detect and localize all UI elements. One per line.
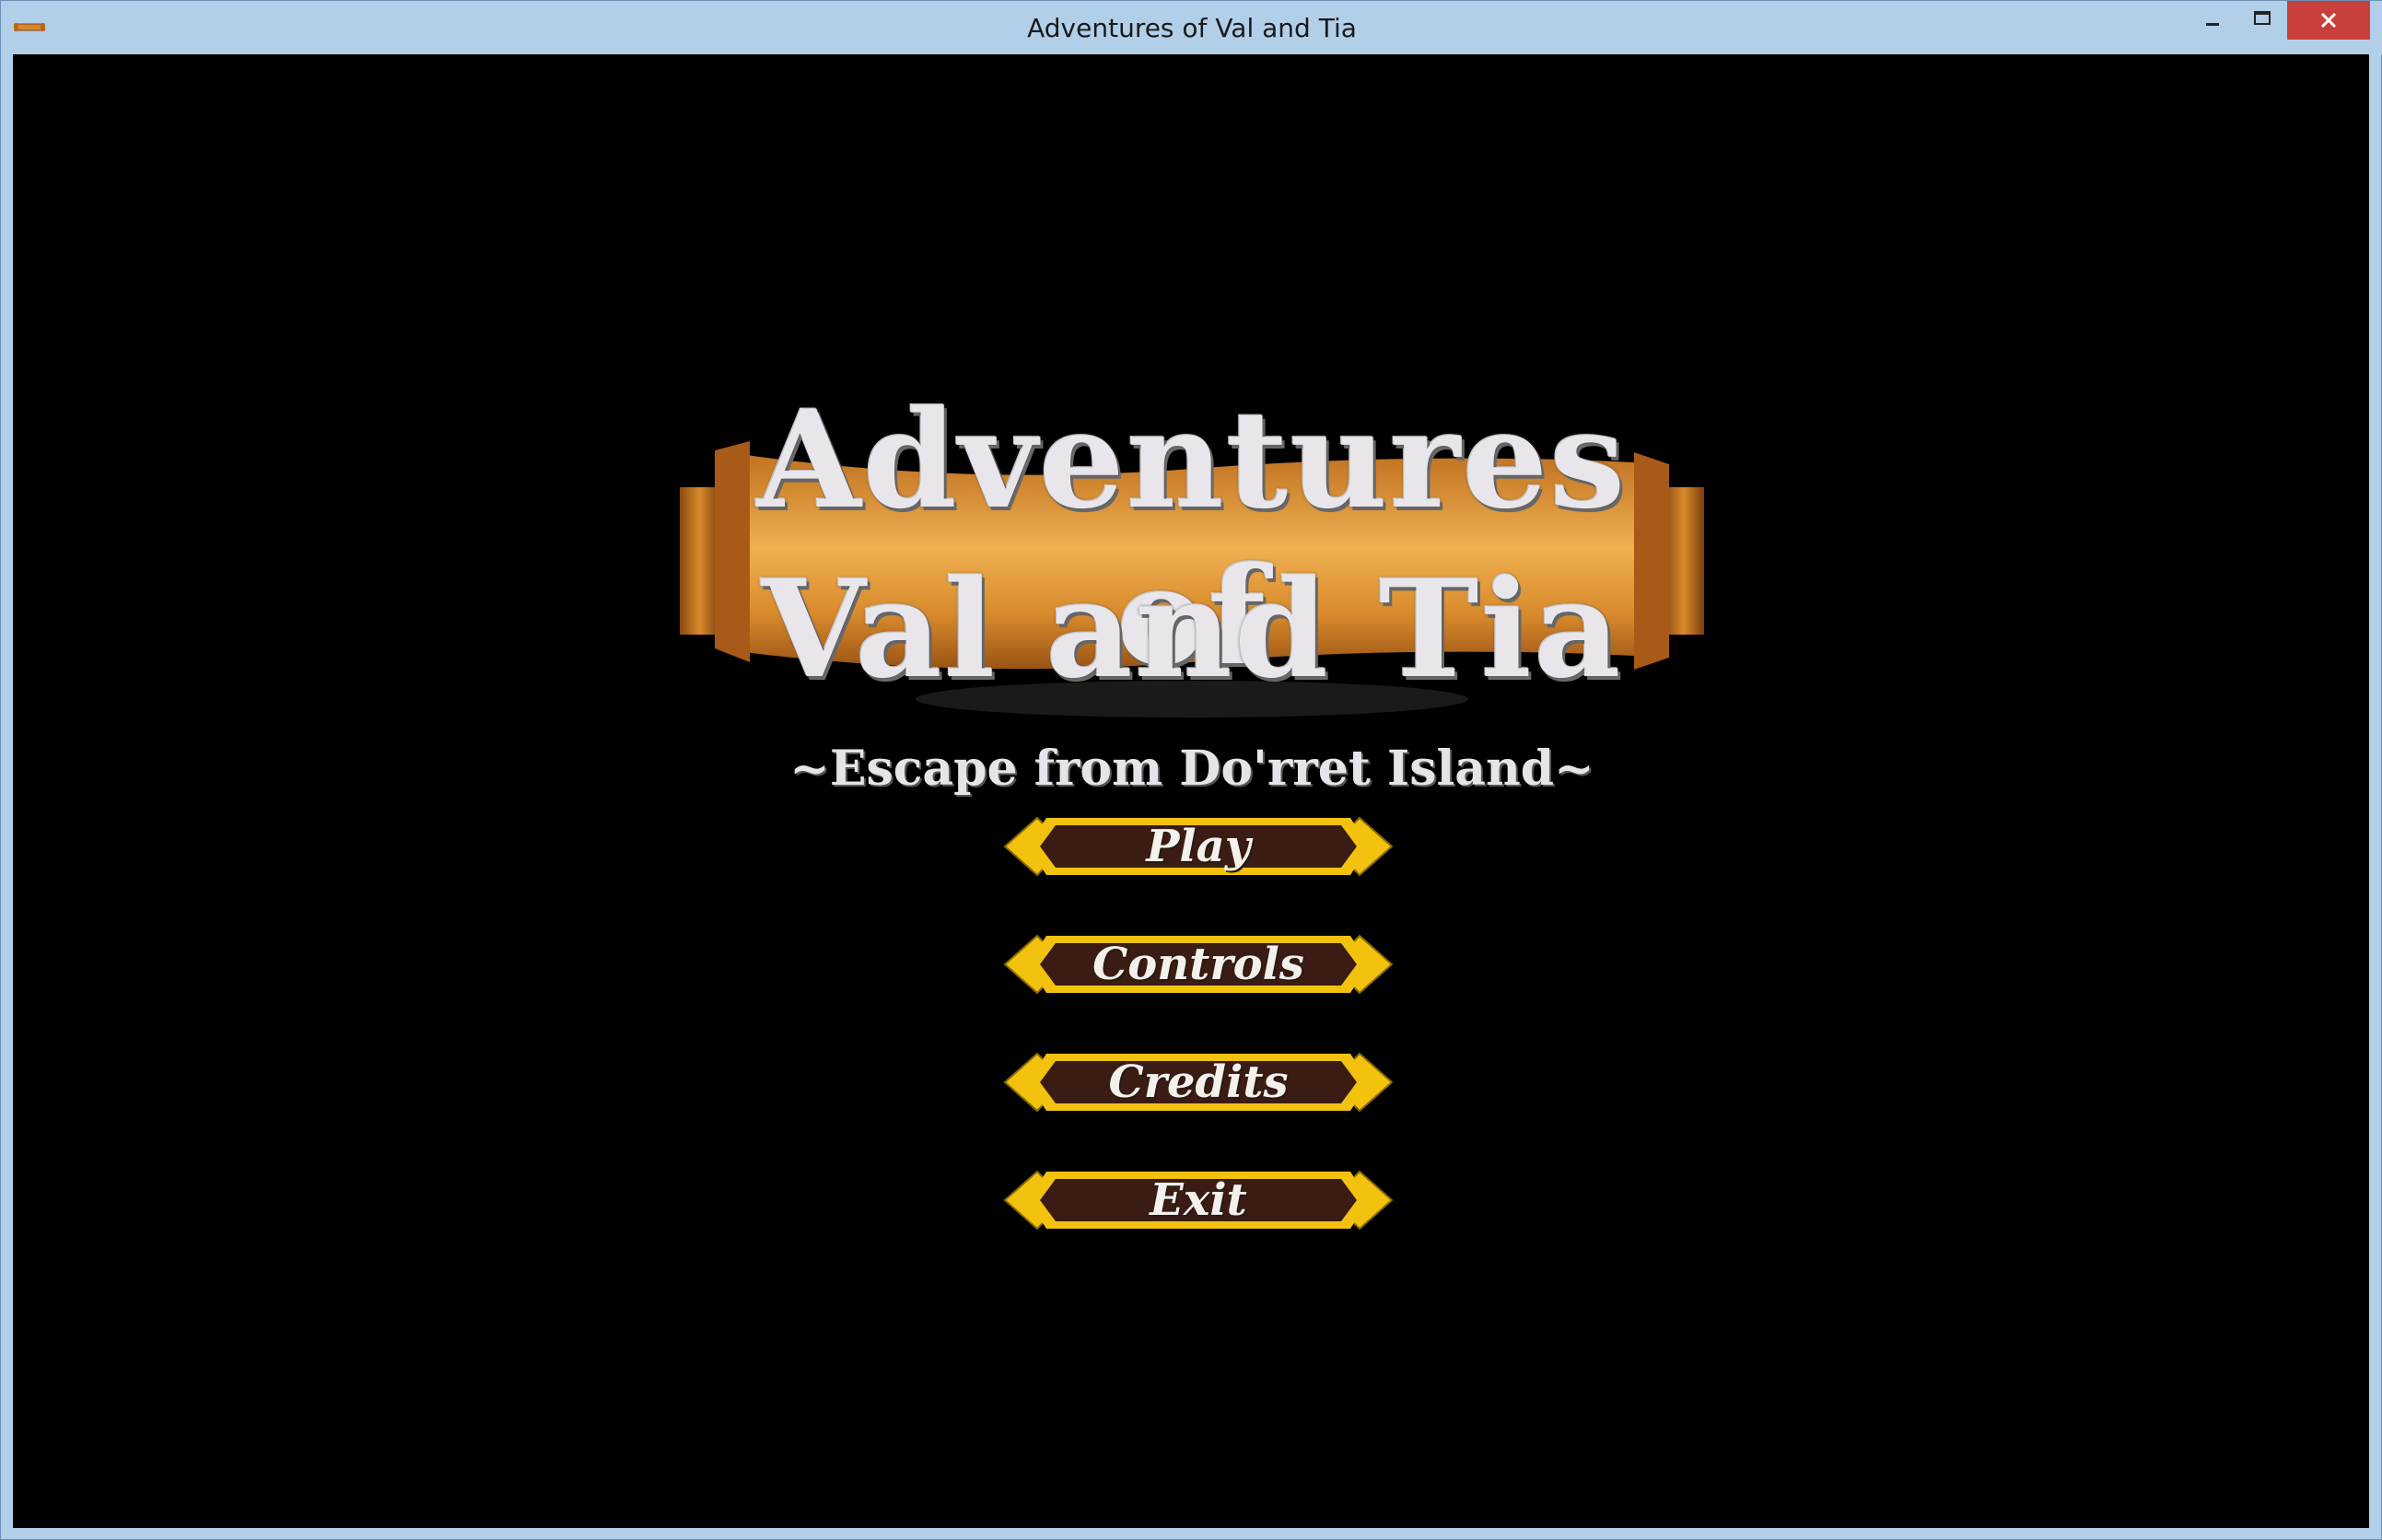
game-canvas[interactable]: Adventures of Val and Tia ~Escape from D…: [13, 54, 2369, 1528]
minimize-icon: [2206, 23, 2219, 26]
exit-button-label: Exit: [1150, 1174, 1247, 1226]
exit-button[interactable]: Exit: [996, 1161, 1401, 1240]
close-icon: [2320, 12, 2337, 29]
logo-title-line2: Val and Tia: [761, 551, 1623, 708]
minimize-button[interactable]: [2189, 1, 2236, 40]
title-bar[interactable]: Adventures of Val and Tia: [1, 1, 2382, 54]
credits-button[interactable]: Credits: [996, 1043, 1401, 1122]
close-button[interactable]: [2287, 1, 2370, 40]
controls-button-label: Controls: [1092, 939, 1304, 990]
maximize-button[interactable]: [2237, 1, 2287, 40]
game-logo: Adventures of Val and Tia ~Escape from D…: [676, 331, 1708, 810]
maximize-icon: [2254, 11, 2271, 25]
play-button[interactable]: Play: [996, 807, 1401, 886]
play-button-label: Play: [1146, 821, 1251, 872]
controls-button[interactable]: Controls: [996, 925, 1401, 1004]
logo-subtitle: ~Escape from Do'rret Island~: [789, 741, 1594, 797]
game-window: Adventures of Val and Tia Adventures of …: [0, 0, 2382, 1540]
credits-button-label: Credits: [1108, 1056, 1289, 1108]
window-title: Adventures of Val and Tia: [1027, 13, 1357, 43]
